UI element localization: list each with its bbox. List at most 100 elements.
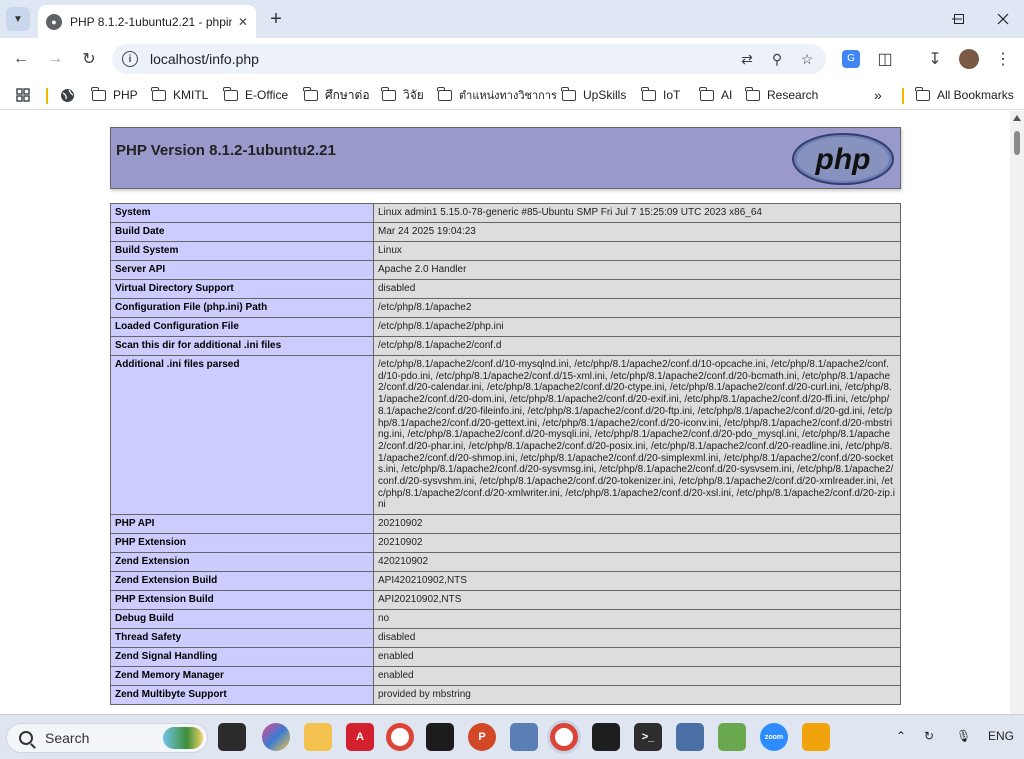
network-app-icon[interactable]	[676, 723, 704, 751]
microphone-icon[interactable]: 🎙	[956, 729, 971, 743]
close-window-button[interactable]	[980, 6, 1024, 32]
tray-overflow-icon[interactable]: ⌃	[896, 729, 906, 743]
vertical-scrollbar[interactable]	[1010, 111, 1024, 714]
taskbar-search[interactable]: Search	[6, 723, 208, 753]
forward-button[interactable]: →	[42, 46, 68, 72]
table-row: PHP Extension 20210902	[110, 533, 901, 554]
downloads-button[interactable]: ↧	[922, 46, 948, 72]
tab-strip: ▼ ● PHP 8.1.2-1ubuntu2.21 - phpinfo() ✕ …	[0, 0, 1024, 38]
folder-icon	[561, 86, 576, 101]
bookmark-label: KMITL	[173, 88, 209, 102]
back-button[interactable]: ←	[8, 46, 34, 72]
bookmark-research[interactable]: Research	[745, 86, 818, 104]
phpinfo-table-body: System Linux admin1 5.15.0-78-generic #85…	[110, 203, 901, 706]
config-key: Build System	[110, 241, 374, 261]
config-value: /etc/php/8.1/apache2	[373, 298, 901, 318]
table-row: Additional .ini files parsed/etc/php/8.1…	[110, 354, 901, 516]
table-row: Thread Safety disabled	[110, 628, 901, 649]
chrome-icon[interactable]	[386, 723, 414, 751]
bookmark-academic-position[interactable]: ตำแหน่งทางวิชาการ	[437, 86, 557, 104]
apps-grid-icon	[16, 88, 30, 102]
tab-search-button[interactable]: ▼	[6, 7, 30, 31]
bookmark-label: PHP	[113, 88, 138, 102]
config-key: System	[110, 203, 374, 223]
language-indicator[interactable]: ENG	[988, 729, 1014, 743]
acrobat-icon[interactable]: A	[346, 723, 374, 751]
bookmark-label: UpSkills	[583, 88, 627, 102]
bookmark-label: ตำแหน่งทางวิชาการ	[459, 90, 557, 102]
powerpoint-icon[interactable]: P	[468, 723, 496, 751]
table-row: Zend Signal Handling enabled	[110, 647, 901, 668]
table-row: Debug Build no	[110, 609, 901, 630]
extensions-button[interactable]: ◫	[872, 46, 898, 72]
task-view-icon[interactable]	[218, 723, 246, 751]
more-vertical-icon: ⋮	[995, 51, 1011, 68]
image-viewer-icon[interactable]	[718, 723, 746, 751]
table-row: Configuration File (php.ini) Path/etc/ph…	[110, 298, 901, 318]
bookmark-star-icon[interactable]: ☆	[796, 48, 818, 70]
table-row: Virtual Directory Support disabled	[110, 279, 901, 299]
scrollbar-thumb[interactable]	[1014, 131, 1020, 155]
copilot-icon[interactable]	[262, 723, 290, 751]
bookmark-globe[interactable]	[60, 86, 75, 104]
reload-button[interactable]: ↻	[76, 46, 102, 72]
config-key: Zend Multibyte Support	[110, 685, 374, 706]
new-tab-button[interactable]: +	[264, 7, 288, 31]
config-value: provided by mbstring	[373, 685, 901, 706]
sync-icon[interactable]: ↻	[924, 729, 934, 743]
bookmark-upskills[interactable]: UpSkills	[561, 86, 627, 104]
maximize-button[interactable]	[936, 6, 982, 32]
scroll-up-arrow-icon[interactable]	[1013, 115, 1021, 121]
google-translate-icon: G	[842, 50, 860, 68]
google-translate-extension-button[interactable]: G	[838, 46, 864, 72]
menu-button[interactable]: ⋮	[990, 46, 1016, 72]
chrome-active-icon[interactable]	[550, 723, 578, 751]
config-value: /etc/php/8.1/apache2/conf.d/10-mysqlnd.i…	[373, 354, 901, 516]
bookmark-study[interactable]: ศึกษาต่อ	[303, 86, 370, 104]
folder-icon	[745, 86, 760, 101]
bookmark-e-office[interactable]: E-Office	[223, 86, 289, 104]
bookmarks-overflow-button[interactable]: »	[874, 86, 882, 104]
table-row: Zend Memory Manager enabled	[110, 666, 901, 687]
config-value: no	[373, 609, 901, 630]
bookmark-kmitl[interactable]: KMITL	[151, 86, 209, 104]
search-icon	[19, 731, 33, 745]
translate-icon[interactable]: ⇄	[736, 48, 758, 70]
alienware-icon[interactable]	[426, 723, 454, 751]
config-value: disabled	[373, 628, 901, 649]
sublime-icon[interactable]	[802, 723, 830, 751]
command-prompt-icon[interactable]: >_	[634, 723, 662, 751]
active-tab[interactable]: ● PHP 8.1.2-1ubuntu2.21 - phpinfo() ✕	[38, 5, 256, 38]
config-value: 420210902	[373, 552, 901, 573]
config-value: API420210902,NTS	[373, 571, 901, 592]
folder-icon	[151, 86, 166, 101]
site-info-icon[interactable]: i	[122, 51, 138, 67]
profile-button[interactable]	[956, 46, 982, 72]
terminal-icon[interactable]	[592, 723, 620, 751]
all-bookmarks-button[interactable]: All Bookmarks	[915, 86, 1014, 104]
close-tab-icon[interactable]: ✕	[238, 15, 248, 29]
url-text[interactable]: localhost/info.php	[150, 51, 736, 67]
virtualbox-icon[interactable]	[510, 723, 538, 751]
config-key: PHP API	[110, 514, 374, 535]
apps-button[interactable]	[16, 86, 30, 104]
file-explorer-icon[interactable]	[304, 723, 332, 751]
folder-icon	[91, 86, 106, 101]
config-key: Loaded Configuration File	[110, 317, 374, 337]
bookmark-ai[interactable]: AI	[699, 86, 732, 104]
folder-icon	[381, 86, 396, 101]
bookmark-iot[interactable]: IoT	[641, 86, 680, 104]
config-key: Zend Signal Handling	[110, 647, 374, 668]
config-key: Additional .ini files parsed	[110, 354, 374, 516]
bookmark-research-th[interactable]: วิจัย	[381, 86, 424, 104]
double-chevron-right-icon: »	[874, 87, 882, 103]
bookmark-php[interactable]: PHP	[91, 86, 138, 104]
config-value: /etc/php/8.1/apache2/conf.d	[373, 336, 901, 356]
zoom-icon[interactable]: ⚲	[766, 48, 788, 70]
config-key: Debug Build	[110, 609, 374, 630]
zoom-app-icon[interactable]: zoom	[760, 723, 788, 751]
bookmark-label: ศึกษาต่อ	[325, 87, 370, 102]
table-row: Zend Extension 420210902	[110, 552, 901, 573]
address-bar[interactable]: i localhost/info.php ⇄ ⚲ ☆	[112, 44, 826, 74]
bookmark-label: E-Office	[245, 88, 289, 102]
